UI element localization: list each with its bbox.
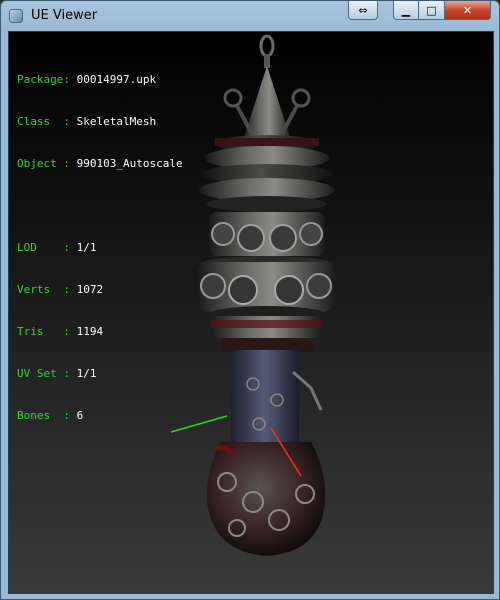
mesh-info-overlay: Package: 00014997.upk Class : SkeletalMe… <box>17 45 183 451</box>
info-verts-row: Verts : 1072 <box>17 283 183 297</box>
info-uvset-label: UV Set : <box>17 367 70 380</box>
info-package-label: Package: <box>17 73 70 86</box>
ue-viewer-window: UE Viewer ⇔ ▁ □ ✕ Package: 00014997.upk … <box>0 0 500 600</box>
3d-viewport[interactable]: Package: 00014997.upk Class : SkeletalMe… <box>8 31 494 594</box>
info-object-row: Object : 990103_Autoscale <box>17 157 183 171</box>
info-lod-value: 1/1 <box>76 241 97 254</box>
info-uvset-value: 1/1 <box>76 367 97 380</box>
title-bar[interactable]: UE Viewer ⇔ ▁ □ ✕ <box>1 1 499 31</box>
info-lod-row: LOD : 1/1 <box>17 241 183 255</box>
info-class-row: Class : SkeletalMesh <box>17 115 183 129</box>
info-uvset-row: UV Set : 1/1 <box>17 367 183 381</box>
info-package-value: 00014997.upk <box>76 73 157 86</box>
info-bones-value: 6 <box>76 409 84 422</box>
info-object-label: Object : <box>17 157 70 170</box>
close-button[interactable]: ✕ <box>445 1 491 20</box>
info-class-label: Class : <box>17 115 70 128</box>
info-object-value: 990103_Autoscale <box>76 157 183 170</box>
info-bones-label: Bones : <box>17 409 70 422</box>
info-tris-value: 1194 <box>76 325 104 338</box>
info-tris-row: Tris : 1194 <box>17 325 183 339</box>
app-icon <box>9 9 23 23</box>
minimize-button[interactable]: ▁ <box>393 1 419 20</box>
info-class-value: SkeletalMesh <box>76 115 157 128</box>
window-title: UE Viewer <box>31 8 98 23</box>
info-verts-value: 1072 <box>76 283 104 296</box>
info-bones-row: Bones : 6 <box>17 409 183 423</box>
swap-view-button[interactable]: ⇔ <box>348 1 378 20</box>
info-verts-label: Verts : <box>17 283 70 296</box>
info-tris-label: Tris : <box>17 325 70 338</box>
maximize-button[interactable]: □ <box>419 1 445 20</box>
info-lod-label: LOD : <box>17 241 70 254</box>
info-package-row: Package: 00014997.upk <box>17 73 183 87</box>
